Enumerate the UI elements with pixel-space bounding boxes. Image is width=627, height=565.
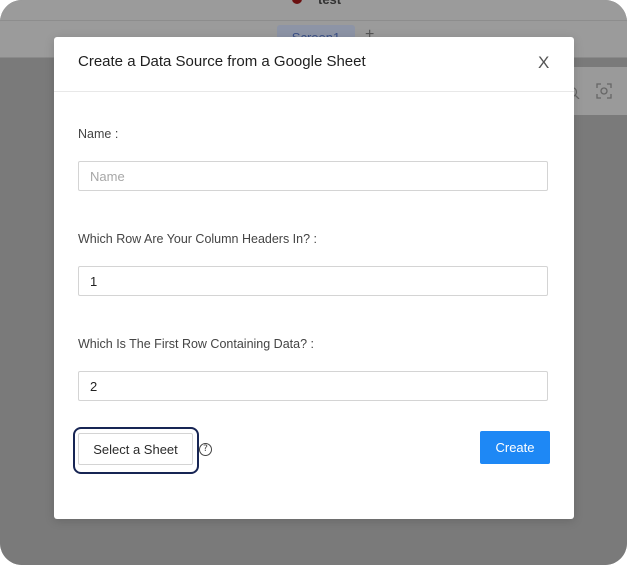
app-logo — [292, 0, 302, 4]
app-header: test — [0, 0, 627, 21]
first-data-row-input[interactable] — [78, 371, 548, 401]
first-data-row-label: Which Is The First Row Containing Data? … — [78, 337, 314, 351]
dialog-title: Create a Data Source from a Google Sheet — [78, 53, 366, 70]
focus-icon[interactable] — [596, 83, 612, 99]
app-title: test — [318, 0, 341, 7]
create-data-source-dialog: Create a Data Source from a Google Sheet… — [54, 37, 574, 519]
dialog-header: Create a Data Source from a Google Sheet… — [54, 37, 574, 92]
app-window: test Screen1 + Create a Data Source from… — [0, 0, 627, 565]
canvas-toolbar — [574, 67, 627, 115]
create-button[interactable]: Create — [480, 431, 550, 464]
name-label: Name : — [78, 127, 119, 141]
help-circle-icon[interactable]: ? — [199, 443, 212, 456]
header-row-input[interactable] — [78, 266, 548, 296]
select-sheet-button[interactable]: Select a Sheet — [78, 433, 193, 465]
header-row-label: Which Row Are Your Column Headers In? : — [78, 232, 318, 246]
name-input[interactable] — [78, 161, 548, 191]
close-icon[interactable]: X — [538, 53, 549, 73]
